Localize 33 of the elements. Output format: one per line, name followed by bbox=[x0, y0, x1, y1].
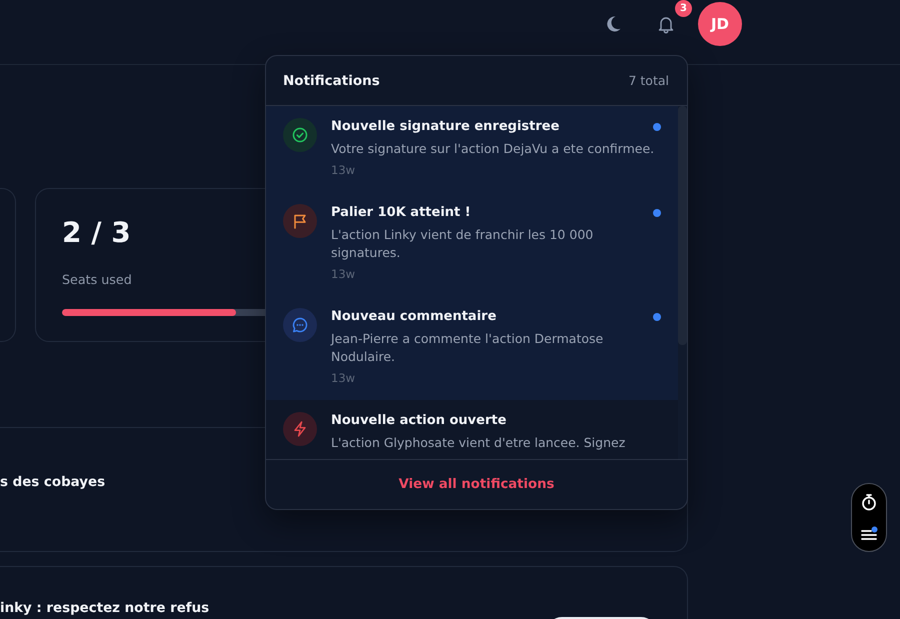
unread-dot-icon bbox=[653, 313, 661, 321]
section-title: s des cobayes bbox=[0, 475, 106, 490]
stopwatch-icon[interactable] bbox=[860, 493, 878, 511]
notification-text: Votre signature sur l'action DejaVu a ete confirmee. bbox=[331, 140, 656, 158]
notification-text: Jean-Pierre a commente l'action Dermatose Nodulaire. bbox=[331, 330, 604, 366]
notification-item[interactable]: Nouveau commentaire Jean-Pierre a commente l'action Dermatose Nodulaire. 13w bbox=[266, 296, 678, 400]
notification-title: Nouvelle action ouverte bbox=[331, 412, 508, 430]
section-title: inky : respectez notre refus bbox=[0, 600, 210, 618]
notification-badge: 3 bbox=[675, 0, 692, 17]
check-circle-icon bbox=[283, 118, 317, 152]
scrollbar-thumb[interactable] bbox=[678, 106, 687, 345]
notification-item[interactable]: Nouvelle signature enregistree Votre signature sur l'action DejaVu a ete confirmee. 13w bbox=[266, 106, 678, 192]
stat-value: 2 / 3 bbox=[62, 215, 131, 251]
notification-title: Nouvelle signature enregistree bbox=[331, 118, 560, 136]
notification-time: 13w bbox=[331, 370, 356, 386]
unread-dot-icon bbox=[653, 209, 661, 217]
notification-text: L'action Glyphosate vient d'etre lancee. Signez bbox=[331, 434, 626, 452]
chat-bubble-icon bbox=[283, 308, 317, 342]
notification-title: Nouveau commentaire bbox=[331, 308, 498, 326]
notification-item[interactable]: Palier 10K atteint ! L'action Linky vient de franchir les 10 000 signatures. 13w bbox=[266, 192, 678, 296]
lightning-icon bbox=[283, 412, 317, 446]
list-icon[interactable] bbox=[860, 524, 878, 542]
notification-time: 13w bbox=[331, 162, 356, 178]
view-all-link[interactable]: View all notifications bbox=[394, 475, 558, 494]
scrollbar-track[interactable] bbox=[678, 106, 687, 459]
panel-title: Notifications bbox=[283, 72, 380, 88]
notification-title: Palier 10K atteint ! bbox=[331, 204, 472, 222]
unread-dot-icon bbox=[653, 123, 661, 131]
notification-text: L'action Linky vient de franchir les 10 000 signatures. bbox=[331, 226, 594, 262]
notification-time: 13w bbox=[331, 266, 356, 282]
stat-label: Seats used bbox=[62, 271, 132, 289]
flag-icon bbox=[283, 204, 317, 238]
total-count: 7 total bbox=[628, 73, 669, 88]
